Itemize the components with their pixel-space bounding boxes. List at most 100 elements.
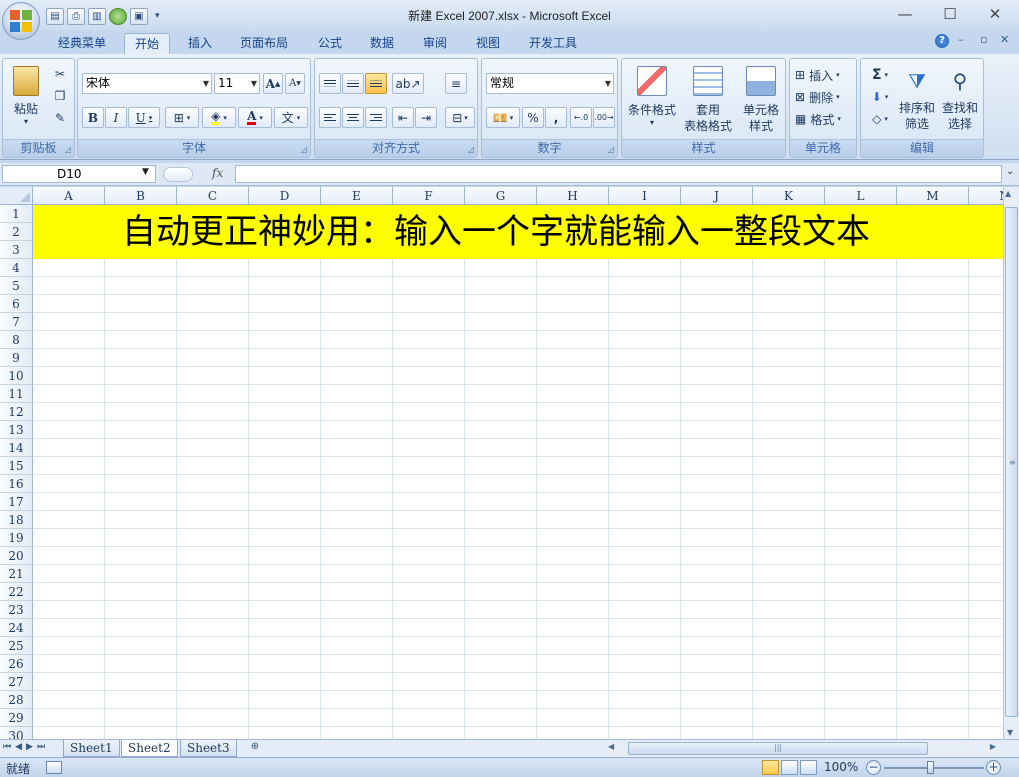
column-header[interactable]: B bbox=[105, 187, 177, 205]
insert-sheet-icon[interactable]: ⊕ bbox=[246, 741, 264, 756]
scroll-right-icon[interactable]: ▶ bbox=[990, 742, 996, 751]
row-header[interactable]: 2 bbox=[0, 223, 33, 241]
column-header[interactable]: K bbox=[753, 187, 825, 205]
zoom-slider-thumb[interactable] bbox=[927, 761, 934, 774]
wrap-text-button[interactable]: ≡ bbox=[445, 73, 467, 94]
row-header[interactable]: 4 bbox=[0, 259, 33, 277]
chevron-down-icon[interactable]: ▼ bbox=[142, 167, 149, 177]
find-select-button[interactable]: ⚲ 查找和 选择 bbox=[939, 63, 981, 135]
column-header[interactable]: M bbox=[897, 187, 969, 205]
align-bottom-button[interactable] bbox=[365, 73, 387, 94]
align-center-button[interactable] bbox=[342, 107, 364, 128]
vertical-scrollbar[interactable]: ▲ ≡ ▼ bbox=[1003, 187, 1019, 739]
font-name-combo[interactable]: 宋体 ▼ bbox=[82, 73, 212, 94]
normal-view-button[interactable] bbox=[762, 760, 779, 775]
font-size-combo[interactable]: 11 ▼ bbox=[214, 73, 260, 94]
row-header[interactable]: 25 bbox=[0, 637, 33, 655]
tab-insert[interactable]: 插入 bbox=[178, 33, 222, 54]
maximize-button[interactable]: ☐ bbox=[935, 4, 965, 24]
percent-button[interactable]: % bbox=[522, 107, 544, 128]
phonetic-button[interactable]: 文 ▾ bbox=[274, 107, 308, 128]
delete-cells-button[interactable]: ⊠ 删除 ▾ bbox=[794, 87, 854, 107]
row-header[interactable]: 29 bbox=[0, 709, 33, 727]
tab-view[interactable]: 视图 bbox=[466, 33, 510, 54]
vertical-scroll-thumb[interactable]: ≡ bbox=[1005, 207, 1018, 717]
tab-classic-menu[interactable]: 经典菜单 bbox=[48, 33, 116, 54]
dialog-launcher-icon[interactable]: ◿ bbox=[608, 145, 614, 154]
sheet-nav-arrows-icon[interactable]: ⏮◀▶⏭ bbox=[3, 742, 49, 752]
scroll-down-icon[interactable]: ▼ bbox=[1007, 728, 1013, 737]
row-header[interactable]: 19 bbox=[0, 529, 33, 547]
copy-icon[interactable]: ❐ bbox=[51, 87, 69, 105]
page-layout-view-button[interactable] bbox=[781, 760, 798, 775]
sort-filter-button[interactable]: ⧩ 排序和 筛选 bbox=[897, 63, 937, 135]
close-button[interactable]: ✕ bbox=[980, 4, 1010, 24]
italic-button[interactable]: I bbox=[105, 107, 127, 128]
increase-decimal-button[interactable]: ←.0 bbox=[570, 107, 592, 128]
select-all-corner[interactable] bbox=[0, 187, 33, 205]
row-header[interactable]: 6 bbox=[0, 295, 33, 313]
row-header[interactable]: 9 bbox=[0, 349, 33, 367]
row-header[interactable]: 24 bbox=[0, 619, 33, 637]
zoom-level[interactable]: 100% bbox=[824, 760, 858, 774]
horizontal-scroll-thumb[interactable]: ||| bbox=[628, 742, 928, 755]
orientation-button[interactable]: ab↗ bbox=[392, 73, 424, 94]
dialog-launcher-icon[interactable]: ◿ bbox=[65, 145, 71, 154]
help-icon[interactable]: ? bbox=[935, 34, 949, 48]
zoom-in-button[interactable]: + bbox=[986, 760, 1001, 775]
zoom-slider-track[interactable] bbox=[884, 767, 984, 769]
sheet-tab-3[interactable]: Sheet3 bbox=[180, 740, 237, 757]
row-header[interactable]: 26 bbox=[0, 655, 33, 673]
fill-button[interactable]: ⬇ ▾ bbox=[865, 87, 895, 107]
expand-formula-bar-icon[interactable]: ⌄ bbox=[1006, 166, 1014, 177]
scroll-up-icon[interactable]: ▲ bbox=[1005, 189, 1011, 198]
office-button[interactable] bbox=[2, 2, 40, 40]
row-header[interactable]: 1 bbox=[0, 205, 33, 223]
dialog-launcher-icon[interactable]: ◿ bbox=[301, 145, 307, 154]
row-header[interactable]: 18 bbox=[0, 511, 33, 529]
format-cells-button[interactable]: ▦ 格式 ▾ bbox=[794, 109, 854, 129]
underline-button[interactable]: U ▾ bbox=[128, 107, 160, 128]
row-header[interactable]: 15 bbox=[0, 457, 33, 475]
cut-icon[interactable]: ✂ bbox=[51, 65, 69, 83]
column-header[interactable]: L bbox=[825, 187, 897, 205]
horizontal-scrollbar[interactable]: ◀ ||| ▶ bbox=[604, 741, 1000, 757]
row-header[interactable]: 8 bbox=[0, 331, 33, 349]
row-header[interactable]: 22 bbox=[0, 583, 33, 601]
format-painter-icon[interactable]: ✎ bbox=[51, 109, 69, 127]
row-header[interactable]: 10 bbox=[0, 367, 33, 385]
row-header[interactable]: 13 bbox=[0, 421, 33, 439]
tab-developer[interactable]: 开发工具 bbox=[519, 33, 587, 54]
ribbon-minimize-icon[interactable]: – bbox=[958, 33, 964, 46]
tab-review[interactable]: 审阅 bbox=[413, 33, 457, 54]
column-header[interactable]: C bbox=[177, 187, 249, 205]
column-header[interactable]: I bbox=[609, 187, 681, 205]
merged-banner-cell[interactable]: 自动更正神妙用：输入一个字就能输入一整段文本 bbox=[33, 205, 1003, 259]
page-break-view-button[interactable] bbox=[800, 760, 817, 775]
insert-function-button[interactable]: fx bbox=[212, 166, 223, 180]
row-header[interactable]: 28 bbox=[0, 691, 33, 709]
row-header[interactable]: 16 bbox=[0, 475, 33, 493]
grow-font-button[interactable]: A ▲ bbox=[263, 73, 283, 94]
scroll-left-icon[interactable]: ◀ bbox=[608, 742, 614, 751]
tab-formulas[interactable]: 公式 bbox=[308, 33, 352, 54]
tab-home[interactable]: 开始 bbox=[124, 33, 171, 54]
borders-button[interactable]: ⊞ ▾ bbox=[165, 107, 199, 128]
paste-button[interactable]: 粘贴 ▾ bbox=[7, 63, 45, 129]
column-header[interactable]: H bbox=[537, 187, 609, 205]
font-color-button[interactable]: A ▾ bbox=[238, 107, 272, 128]
decrease-indent-button[interactable]: ⇤ bbox=[392, 107, 414, 128]
row-header[interactable]: 20 bbox=[0, 547, 33, 565]
align-left-button[interactable] bbox=[319, 107, 341, 128]
row-header[interactable]: 30 bbox=[0, 727, 33, 739]
clear-button[interactable]: ◇ ▾ bbox=[865, 109, 895, 129]
dialog-launcher-icon[interactable]: ◿ bbox=[468, 145, 474, 154]
fill-color-button[interactable]: ◈ ▾ bbox=[202, 107, 236, 128]
align-top-button[interactable] bbox=[319, 73, 341, 94]
name-box[interactable]: D10 bbox=[2, 165, 156, 183]
ribbon-restore-icon[interactable]: ▫ bbox=[980, 33, 987, 46]
ribbon-close-icon[interactable]: ✕ bbox=[1000, 33, 1009, 46]
align-right-button[interactable] bbox=[365, 107, 387, 128]
column-header[interactable]: J bbox=[681, 187, 753, 205]
increase-indent-button[interactable]: ⇥ bbox=[415, 107, 437, 128]
